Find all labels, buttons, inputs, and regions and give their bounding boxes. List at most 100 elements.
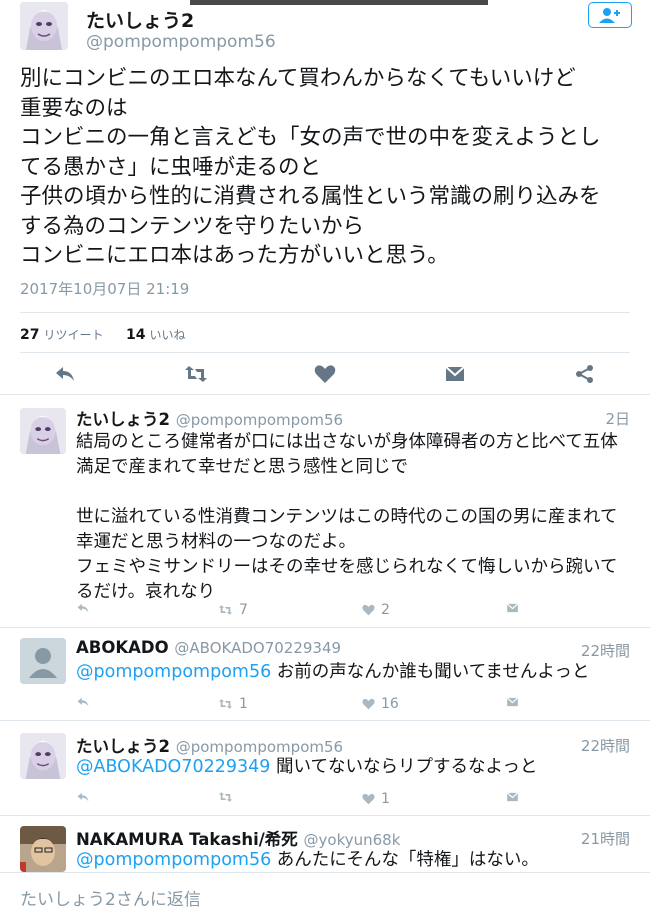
tweet-text-line: コンビニの一角と言えども「女の声で世の中を変えようとし bbox=[20, 125, 601, 150]
reply-actions: 1 16 bbox=[76, 696, 526, 716]
reply-text-line bbox=[76, 480, 636, 505]
author-handle[interactable]: @pompompompom56 bbox=[86, 32, 276, 52]
like-button[interactable]: 1 bbox=[362, 791, 390, 807]
reply-compose-bar[interactable]: たいしょう2さんに返信 bbox=[0, 872, 650, 914]
retweet-count[interactable]: 27 bbox=[20, 327, 39, 343]
retweet-icon bbox=[218, 605, 233, 615]
divider bbox=[20, 352, 630, 353]
follow-user-icon bbox=[599, 8, 620, 23]
retweet-button[interactable] bbox=[218, 791, 239, 803]
like-count[interactable]: 14 bbox=[126, 327, 145, 343]
main-tweet-header: たいしょう2 @pompompompom56 bbox=[20, 2, 632, 54]
direct-message-icon bbox=[506, 697, 519, 707]
tweet-text-line: てる愚かさ」に虫唾が走るのと bbox=[20, 154, 322, 180]
like-icon bbox=[362, 793, 375, 805]
divider bbox=[20, 312, 630, 313]
follow-button[interactable] bbox=[588, 2, 632, 28]
mention-link[interactable]: @ABOKADO70229349 bbox=[76, 757, 270, 777]
reply-icon[interactable] bbox=[54, 364, 76, 384]
tweet-text-line: 子供の頃から性的に消費される属性という常識の刷り込みを bbox=[20, 184, 601, 209]
reply-tweet[interactable]: たいしょう2 @pompompompom56 2日 結局のところ健常者が口には出… bbox=[0, 400, 650, 626]
reply-time[interactable]: 2日 bbox=[605, 408, 630, 429]
reply-icon bbox=[77, 792, 89, 802]
avatar[interactable] bbox=[20, 826, 66, 872]
mention-link[interactable]: @pompompompom56 bbox=[76, 662, 271, 682]
reply-text: @pompompompom56 お前の声なんか誰も聞いてませんよっと bbox=[76, 660, 636, 685]
reply-author[interactable]: たいしょう2 @pompompompom56 bbox=[76, 406, 343, 430]
reply-text: @pompompompom56 あんたにそんな「特権」はない。 bbox=[76, 848, 636, 873]
reply-text-line: 満足で産まれて幸せだと思う感性と同じで bbox=[76, 457, 408, 477]
avatar[interactable] bbox=[20, 408, 66, 454]
reply-text-body: あんたにそんな「特権」はない。 bbox=[271, 850, 539, 870]
tweet-text-line: 別にコンビニのエロ本なんて買わんからなくてもいいけど bbox=[20, 66, 576, 91]
like-icon bbox=[362, 698, 375, 710]
reply-author-handle[interactable]: @yokyun68k bbox=[304, 831, 401, 849]
retweet-icon bbox=[218, 699, 233, 709]
retweet-button[interactable]: 7 bbox=[218, 602, 248, 618]
dm-button[interactable] bbox=[506, 791, 519, 803]
reply-tweet[interactable]: たいしょう2 @pompompompom56 22時間 @ABOKADO7022… bbox=[0, 721, 650, 815]
reply-text-line: フェミやミサンドリーはその幸せを感じられなくて悔しいから踠いて bbox=[76, 557, 618, 577]
reply-text: 結局のところ健常者が口には出さないが身体障碍者の方と比べて五体 満足で産まれて幸… bbox=[76, 430, 636, 605]
author-name[interactable]: たいしょう2 bbox=[86, 6, 194, 33]
like-icon[interactable] bbox=[314, 364, 336, 384]
reply-author-handle[interactable]: @pompompompom56 bbox=[176, 738, 343, 756]
tweet-stats: 27 リツイート 14 いいね bbox=[20, 326, 185, 343]
reply-author-name[interactable]: たいしょう2 bbox=[76, 410, 170, 429]
tweet-text-line: コンビニにエロ本はあった方がいいと思う。 bbox=[20, 243, 449, 268]
dm-button[interactable] bbox=[506, 602, 519, 614]
direct-message-icon bbox=[506, 603, 519, 613]
divider bbox=[0, 394, 650, 395]
tweet-text-line: する為のコンテンツを守りたいから bbox=[20, 213, 365, 239]
reply-compose-input[interactable]: たいしょう2さんに返信 bbox=[20, 885, 201, 910]
reply-text: @ABOKADO70229349 聞いてないならリプするなよっと bbox=[76, 755, 636, 780]
share-icon[interactable] bbox=[574, 364, 596, 384]
dm-button[interactable] bbox=[506, 696, 519, 708]
reply-icon bbox=[77, 697, 89, 707]
reply-time[interactable]: 22時間 bbox=[581, 735, 630, 756]
reply-author-handle[interactable]: @ABOKADO70229349 bbox=[174, 639, 341, 657]
reply-author-handle[interactable]: @pompompompom56 bbox=[176, 411, 343, 429]
reply-author-name[interactable]: たいしょう2 bbox=[76, 737, 170, 756]
reply-author[interactable]: NAKAMURA Takashi/希死 @yokyun68k bbox=[76, 826, 400, 850]
direct-message-icon[interactable] bbox=[444, 364, 466, 384]
reply-author-name[interactable]: NAKAMURA Takashi/希死 bbox=[76, 830, 298, 849]
reply-button[interactable] bbox=[76, 791, 90, 803]
reply-text-line: 世に溢れている性消費コンテンツはこの時代のこの国の男に産まれて bbox=[76, 507, 618, 527]
retweet-icon[interactable] bbox=[184, 364, 208, 384]
reply-button[interactable] bbox=[76, 602, 90, 614]
reply-time[interactable]: 21時間 bbox=[581, 828, 630, 849]
reply-text-line: 結局のところ健常者が口には出さないが身体障碍者の方と比べて五体 bbox=[76, 432, 618, 452]
like-label[interactable]: いいね bbox=[149, 328, 185, 342]
like-button[interactable]: 2 bbox=[362, 602, 390, 618]
like-count: 2 bbox=[381, 602, 390, 618]
retweet-label[interactable]: リツイート bbox=[43, 328, 103, 342]
tweet-text-line: 重要なのは bbox=[20, 95, 128, 121]
avatar[interactable] bbox=[20, 2, 68, 50]
reply-author[interactable]: ABOKADO @ABOKADO70229349 bbox=[76, 638, 341, 657]
reply-button[interactable] bbox=[76, 696, 90, 708]
reply-author[interactable]: たいしょう2 @pompompompom56 bbox=[76, 733, 343, 757]
reply-time[interactable]: 22時間 bbox=[581, 640, 630, 661]
mention-link[interactable]: @pompompompom56 bbox=[76, 850, 271, 870]
retweet-button[interactable]: 1 bbox=[218, 696, 248, 712]
reply-text-body: 聞いてないならリプするなよっと bbox=[270, 757, 538, 777]
like-count: 16 bbox=[381, 696, 399, 712]
reply-author-name[interactable]: ABOKADO bbox=[76, 638, 169, 657]
direct-message-icon bbox=[506, 792, 519, 802]
reply-tweet[interactable]: NAKAMURA Takashi/希死 @yokyun68k 21時間 @pom… bbox=[0, 816, 650, 872]
reply-tweet[interactable]: ABOKADO @ABOKADO70229349 22時間 @pompompom… bbox=[0, 628, 650, 720]
reply-text-line: 幸運だと思う材料の一つなのだよ。 bbox=[76, 532, 356, 552]
reply-actions: 1 bbox=[76, 791, 526, 811]
reply-actions: 7 2 bbox=[76, 602, 526, 622]
like-icon bbox=[362, 604, 375, 616]
like-count: 1 bbox=[381, 791, 390, 807]
retweet-count: 7 bbox=[239, 602, 248, 618]
avatar[interactable] bbox=[20, 638, 66, 684]
tweet-text: 別にコンビニのエロ本なんて買わんからなくてもいいけど 重要なのは コンビニの一角… bbox=[20, 64, 640, 271]
like-button[interactable]: 16 bbox=[362, 696, 399, 712]
tweet-actions bbox=[20, 360, 630, 388]
reply-icon bbox=[77, 603, 89, 613]
avatar[interactable] bbox=[20, 733, 66, 779]
tweet-timestamp[interactable]: 2017年10月07日 21:19 bbox=[20, 278, 189, 299]
